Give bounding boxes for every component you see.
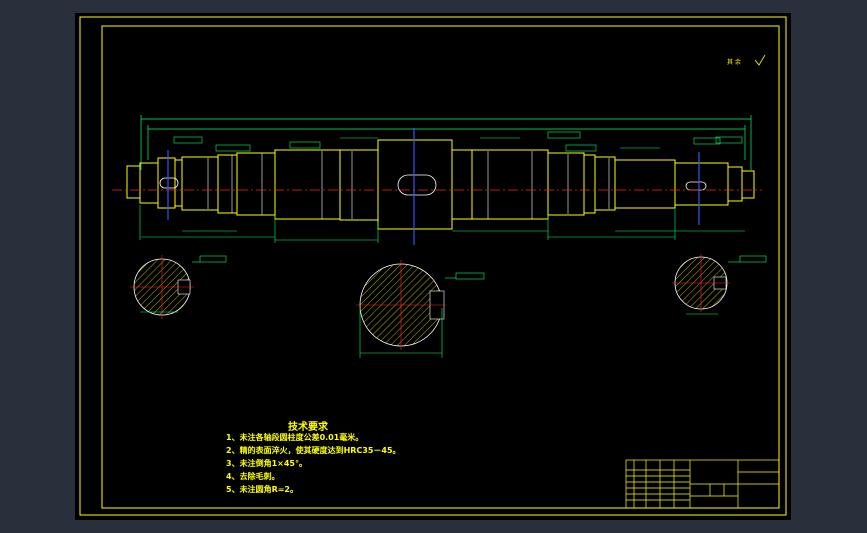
requirement-item: 2、精的表面淬火，使其硬度达到HRC35－45。 xyxy=(226,446,401,455)
cad-viewport[interactable] xyxy=(0,0,867,533)
roughness-note: 其 余 xyxy=(727,59,741,66)
requirement-item: 5、未注圆角R=2。 xyxy=(226,485,298,494)
requirement-item: 3、未注倒角1×45°。 xyxy=(226,459,307,468)
requirement-item: 4、去除毛刺。 xyxy=(226,472,280,481)
requirement-item: 1、未注各轴段圆柱度公差0.01毫米。 xyxy=(226,433,364,442)
requirements-title: 技术要求 xyxy=(288,422,328,433)
